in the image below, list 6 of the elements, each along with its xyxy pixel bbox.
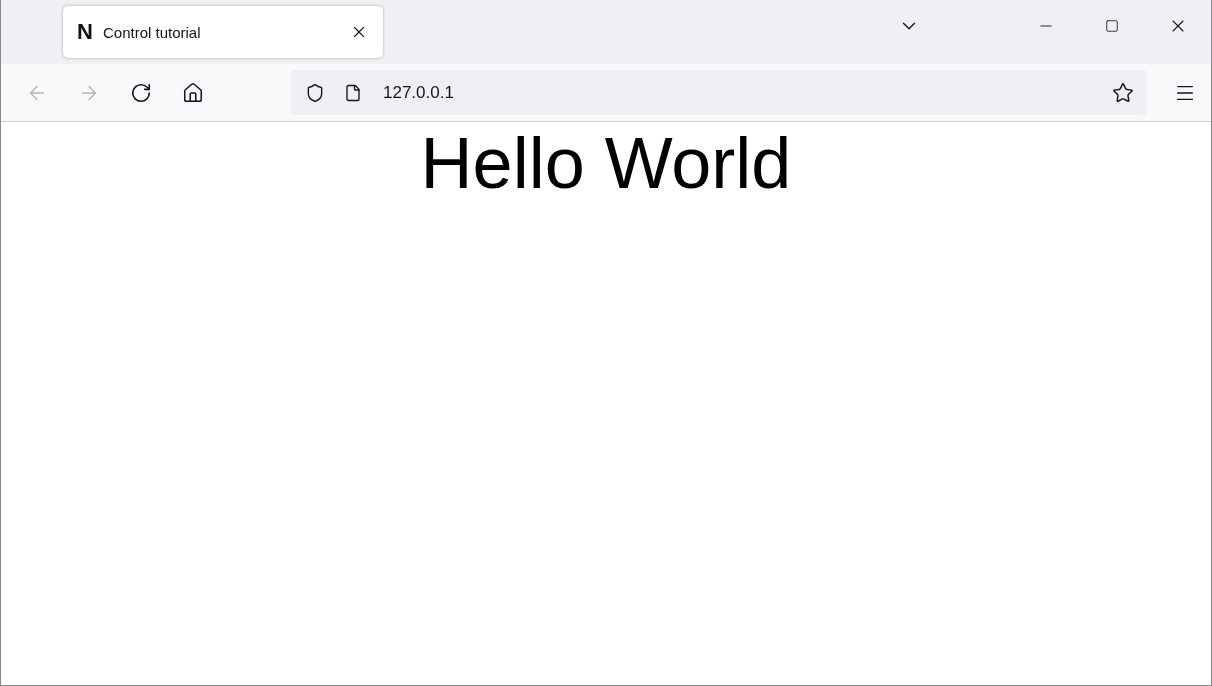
url-text: 127.0.0.1 — [383, 82, 455, 103]
browser-tab[interactable]: N Control tutorial — [63, 6, 383, 58]
address-bar[interactable]: 127.0.0.1 — [291, 70, 1147, 115]
page-heading: Hello World — [420, 126, 792, 202]
favicon: N — [77, 19, 94, 45]
tab-title: Control tutorial — [103, 23, 202, 41]
